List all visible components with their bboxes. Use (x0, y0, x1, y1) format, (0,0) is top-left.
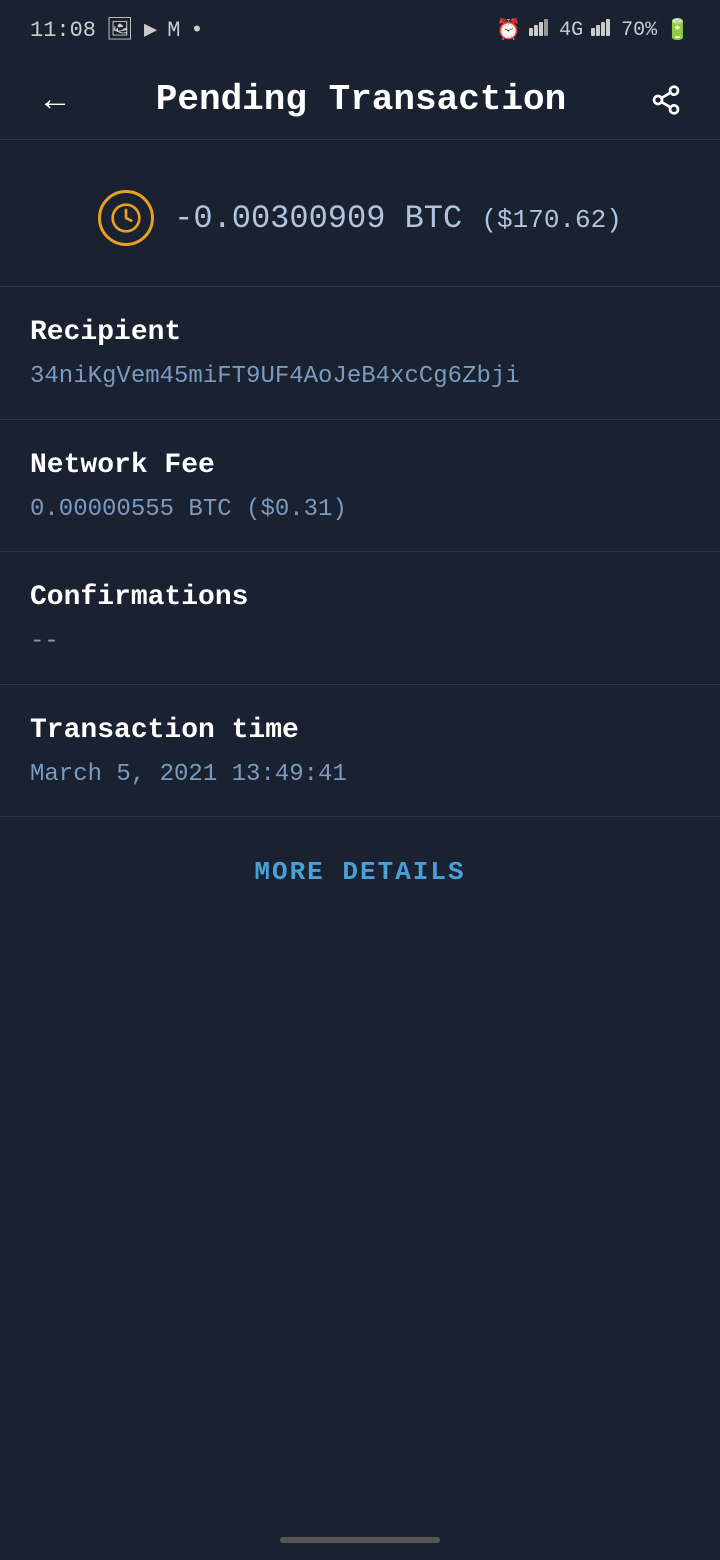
signal-icon-2 (591, 18, 613, 43)
network-fee-label: Network Fee (30, 450, 690, 481)
transaction-time-section: Transaction time March 5, 2021 13:49:41 (0, 685, 720, 818)
transaction-amount-btc: -0.00300909 BTC ($170.62) (174, 200, 622, 237)
network-fee-section: Network Fee 0.00000555 BTC ($0.31) (0, 420, 720, 553)
transaction-amount-usd: ($170.62) (481, 205, 621, 235)
home-indicator (280, 1537, 440, 1543)
more-details-section: MORE DETAILS (0, 817, 720, 927)
app-bar: ← Pending Transaction (0, 60, 720, 140)
recipient-section: Recipient 34niKgVem45miFT9UF4AoJeB4xcCg6… (0, 287, 720, 420)
transaction-time-value: March 5, 2021 13:49:41 (30, 758, 690, 792)
bottom-navigation-bar (0, 1520, 720, 1560)
recipient-label: Recipient (30, 317, 690, 348)
mail-icon: M (167, 18, 180, 43)
confirmations-label: Confirmations (30, 582, 690, 613)
network-type: 4G (559, 19, 583, 42)
recipient-address: 34niKgVem45miFT9UF4AoJeB4xcCg6Zbji (30, 360, 690, 394)
pending-clock-icon (98, 190, 154, 246)
video-icon: ▶ (144, 17, 157, 43)
signal-icon (529, 18, 551, 43)
page-title: Pending Transaction (156, 79, 566, 120)
back-button[interactable]: ← (30, 72, 80, 127)
image-icon: 🖼 (106, 17, 134, 43)
transaction-time-label: Transaction time (30, 715, 690, 746)
status-time: 11:08 (30, 18, 96, 43)
network-fee-value: 0.00000555 BTC ($0.31) (30, 493, 690, 527)
dot-indicator: • (190, 18, 203, 43)
status-left: 11:08 🖼 ▶ M • (30, 17, 204, 43)
share-button[interactable] (642, 76, 690, 124)
alarm-icon: ⏰ (496, 17, 521, 43)
amount-section: -0.00300909 BTC ($170.62) (0, 140, 720, 287)
battery-icon: 🔋 (665, 17, 690, 43)
more-details-button[interactable]: MORE DETAILS (254, 857, 465, 887)
confirmations-section: Confirmations -- (0, 552, 720, 685)
confirmations-value: -- (30, 625, 690, 659)
status-bar: 11:08 🖼 ▶ M • ⏰ 4G 70% 🔋 (0, 0, 720, 60)
battery-percentage: 70% (621, 19, 657, 42)
status-right: ⏰ 4G 70% 🔋 (496, 17, 690, 43)
